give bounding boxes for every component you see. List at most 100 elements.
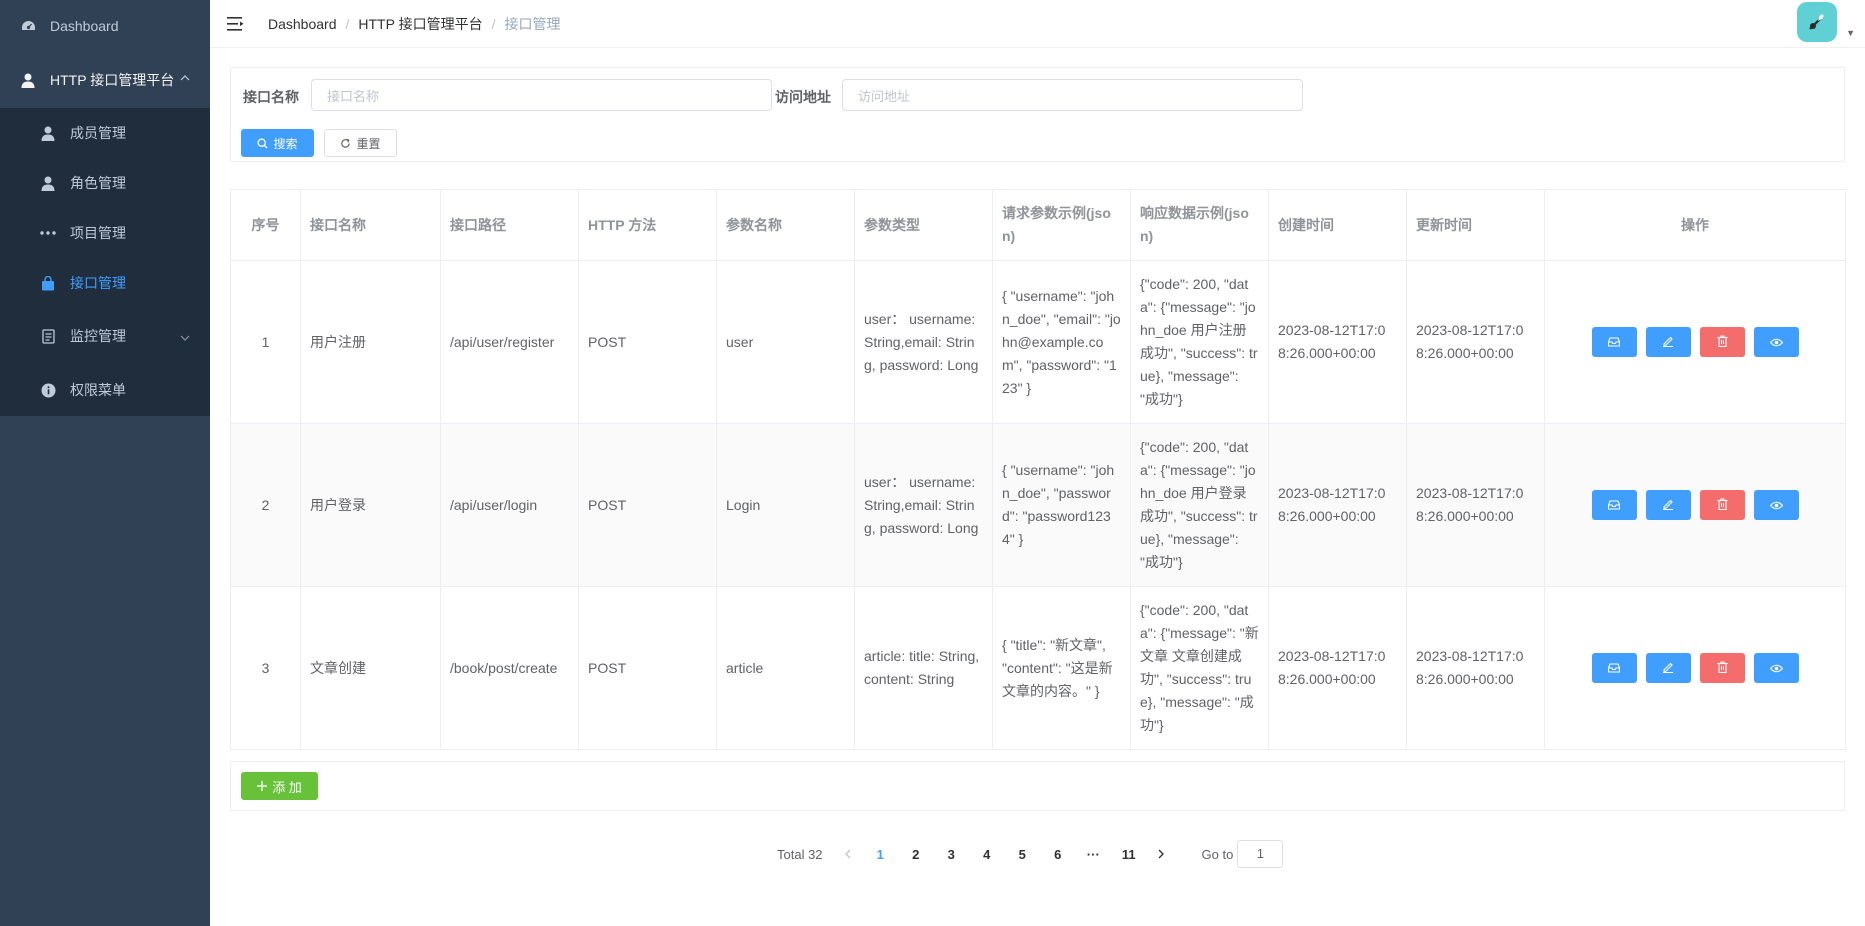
page-button[interactable]: 1: [863, 847, 899, 862]
search-button-label: 搜索: [273, 136, 298, 151]
refresh-icon: [340, 138, 351, 149]
user-icon: [20, 72, 36, 88]
reset-button[interactable]: 重置: [324, 129, 397, 157]
cell-response-example: {"code": 200, "data": {"message": "新文章 文…: [1130, 586, 1269, 750]
prev-page-button[interactable]: [833, 847, 863, 862]
table-header-row: 序号 接口名称 接口路径 HTTP 方法 参数名称 参数类型 请求参数示例(js…: [230, 189, 1846, 261]
breadcrumb-separator: /: [491, 15, 496, 32]
add-button-label: 添 加: [272, 779, 302, 795]
cell-index: 3: [230, 586, 301, 750]
cell-response-example: {"code": 200, "data": {"message": "john_…: [1130, 423, 1269, 587]
cell-request-example: { "username": "john_doe", "password": "p…: [992, 423, 1131, 587]
avatar[interactable]: [1797, 2, 1837, 42]
user-icon: [40, 175, 56, 191]
cell-param-type: article: title: String, content: String: [854, 586, 993, 750]
sidebar-item-permissions[interactable]: 权限菜单: [0, 364, 210, 416]
breadcrumb: Dashboard / HTTP 接口管理平台 / 接口管理: [268, 14, 560, 34]
cell-request-example: { "title": "新文章", "content": "这是新文章的内容。"…: [992, 586, 1131, 750]
search-button[interactable]: 搜索: [241, 129, 314, 157]
cell-actions: [1544, 260, 1846, 424]
chevron-up-icon: [180, 73, 190, 84]
submenu: 成员管理 角色管理 项目管理 接口管理 监控管理 权限菜单: [0, 108, 210, 416]
cell-param-type: user： username: String,email: String, pa…: [854, 423, 993, 587]
edit-button[interactable]: [1645, 653, 1691, 683]
bag-icon: [40, 275, 56, 291]
user-icon: [40, 125, 56, 141]
edit-icon: [1662, 657, 1674, 680]
sidebar-item-roles[interactable]: 角色管理: [0, 158, 210, 208]
page-button[interactable]: 2: [898, 847, 934, 862]
sidebar-item-label: 项目管理: [70, 225, 126, 241]
page-button[interactable]: 6: [1040, 847, 1076, 862]
breadcrumb-item-current: 接口管理: [504, 15, 561, 32]
delete-icon: [1717, 494, 1728, 517]
info-icon: [40, 382, 56, 398]
menu-platform[interactable]: HTTP 接口管理平台: [0, 52, 210, 108]
cell-param-type: user： username: String,email: String, pa…: [854, 260, 993, 424]
table-row: 3 文章创建 /book/post/create POST article ar…: [230, 586, 1846, 750]
menu-dashboard-label: Dashboard: [50, 18, 119, 34]
cell-updated: 2023-08-12T17:08:26.000+00:00: [1406, 586, 1545, 750]
sidebar-item-projects[interactable]: 项目管理: [0, 208, 210, 258]
menu-dashboard[interactable]: Dashboard: [0, 0, 210, 52]
hamburger-icon[interactable]: [227, 14, 247, 34]
page-button[interactable]: 5: [1005, 847, 1041, 862]
goto-input[interactable]: 1: [1237, 840, 1284, 868]
delete-icon: [1717, 331, 1728, 354]
more-pages-button[interactable]: ···: [1076, 847, 1112, 862]
cell-name: 文章创建: [300, 586, 441, 750]
detail-button[interactable]: [1591, 490, 1637, 520]
detail-button[interactable]: [1591, 653, 1637, 683]
add-button[interactable]: 添 加: [241, 772, 318, 800]
view-button[interactable]: [1753, 490, 1799, 520]
view-button[interactable]: [1753, 327, 1799, 357]
column-header: 更新时间: [1406, 189, 1545, 261]
document-icon: [40, 328, 56, 344]
detail-button[interactable]: [1591, 327, 1637, 357]
page-button[interactable]: 4: [969, 847, 1005, 862]
sidebar-item-label: 成员管理: [70, 125, 126, 141]
chevron-right-icon: [1158, 847, 1165, 862]
column-header: 操作: [1544, 189, 1846, 261]
cell-name: 用户注册: [300, 260, 441, 424]
column-header: 参数名称: [716, 189, 855, 261]
plus-icon: [257, 781, 268, 791]
breadcrumb-item[interactable]: Dashboard: [268, 16, 337, 32]
next-page-button[interactable]: [1147, 847, 1177, 862]
delete-button[interactable]: [1699, 490, 1745, 520]
sidebar-item-monitor[interactable]: 监控管理: [0, 308, 210, 364]
cell-updated: 2023-08-12T17:08:26.000+00:00: [1406, 260, 1545, 424]
chevron-left-icon: [844, 847, 851, 862]
breadcrumb-separator: /: [345, 15, 350, 32]
cell-param-name: Login: [716, 423, 855, 587]
sidebar-item-interfaces[interactable]: 接口管理: [0, 258, 210, 308]
delete-icon: [1717, 657, 1728, 680]
page-button[interactable]: 3: [934, 847, 970, 862]
caret-down-icon[interactable]: ▼: [1846, 28, 1855, 38]
edit-button[interactable]: [1645, 490, 1691, 520]
sidebar-item-members[interactable]: 成员管理: [0, 108, 210, 158]
dashboard-icon: [20, 18, 36, 34]
column-header: 接口路径: [440, 189, 579, 261]
delete-button[interactable]: [1699, 653, 1745, 683]
breadcrumb-item[interactable]: HTTP 接口管理平台: [358, 14, 482, 34]
page-button[interactable]: 11: [1111, 847, 1147, 862]
delete-button[interactable]: [1699, 327, 1745, 357]
cell-actions: [1544, 586, 1846, 750]
view-button[interactable]: [1753, 653, 1799, 683]
column-header: 创建时间: [1268, 189, 1407, 261]
edit-button[interactable]: [1645, 327, 1691, 357]
cell-param-name: user: [716, 260, 855, 424]
edit-icon: [1662, 331, 1674, 354]
column-header: 接口名称: [300, 189, 441, 261]
goto: Go to 1: [1202, 840, 1284, 868]
view-icon: [1769, 494, 1783, 517]
cell-index: 1: [230, 260, 301, 424]
box-icon: [1607, 331, 1621, 354]
reset-button-label: 重置: [356, 136, 381, 151]
url-input[interactable]: 访问地址: [842, 79, 1303, 111]
box-icon: [1607, 657, 1621, 680]
url-label: 访问地址: [775, 89, 831, 105]
cell-updated: 2023-08-12T17:08:26.000+00:00: [1406, 423, 1545, 587]
name-input[interactable]: 接口名称: [311, 79, 772, 111]
